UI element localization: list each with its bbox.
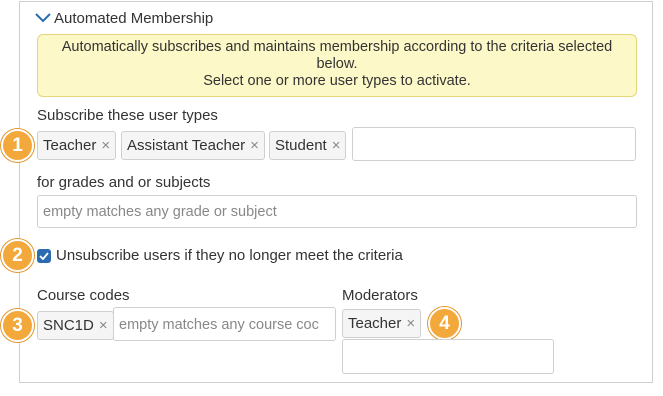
info-line: Automatically subscribes and maintains m…	[61, 39, 613, 55]
course-codes-placeholder: empty matches any course coc	[119, 317, 319, 333]
unsubscribe-label[interactable]: Unsubscribe users if they no longer meet…	[56, 247, 403, 264]
chevron-down-icon	[33, 8, 53, 28]
callout-badge-2: 2	[1, 239, 34, 272]
grades-placeholder: empty matches any grade or subject	[43, 204, 277, 220]
user-types-label: Subscribe these user types	[37, 107, 218, 124]
moderator-tag: Teacher ×	[342, 309, 422, 338]
remove-tag-icon[interactable]: ×	[332, 138, 341, 153]
user-type-tag: Teacher ×	[37, 131, 117, 160]
info-line: Select one or more user types to activat…	[203, 73, 471, 89]
callout-badge-4: 4	[428, 307, 461, 340]
check-icon	[39, 252, 49, 260]
course-codes-label: Course codes	[37, 287, 130, 304]
moderators-label: Moderators	[342, 287, 418, 304]
callout-badge-3: 3	[1, 309, 34, 342]
tag-label: Teacher	[348, 315, 402, 332]
callout-badge-1: 1	[1, 129, 34, 162]
remove-tag-icon[interactable]: ×	[99, 318, 108, 333]
tag-label: Student	[275, 137, 327, 154]
remove-tag-icon[interactable]: ×	[250, 138, 259, 153]
tag-label: SNC1D	[43, 317, 94, 334]
info-line: below.	[316, 56, 358, 72]
user-types-input[interactable]	[352, 127, 636, 161]
user-type-tag: Student ×	[269, 131, 347, 160]
user-type-tag: Assistant Teacher ×	[121, 131, 265, 160]
remove-tag-icon[interactable]: ×	[406, 316, 415, 331]
info-banner: Automatically subscribes and maintains m…	[37, 34, 637, 97]
course-code-tag: SNC1D ×	[37, 311, 114, 340]
remove-tag-icon[interactable]: ×	[101, 138, 110, 153]
tag-label: Teacher	[43, 137, 97, 154]
section-title: Automated Membership	[54, 9, 214, 27]
grades-label: for grades and or subjects	[37, 174, 211, 191]
tag-label: Assistant Teacher	[127, 137, 246, 154]
unsubscribe-checkbox[interactable]	[37, 249, 51, 263]
section-toggle[interactable]: Automated Membership	[33, 8, 213, 28]
moderators-input[interactable]	[342, 339, 554, 374]
